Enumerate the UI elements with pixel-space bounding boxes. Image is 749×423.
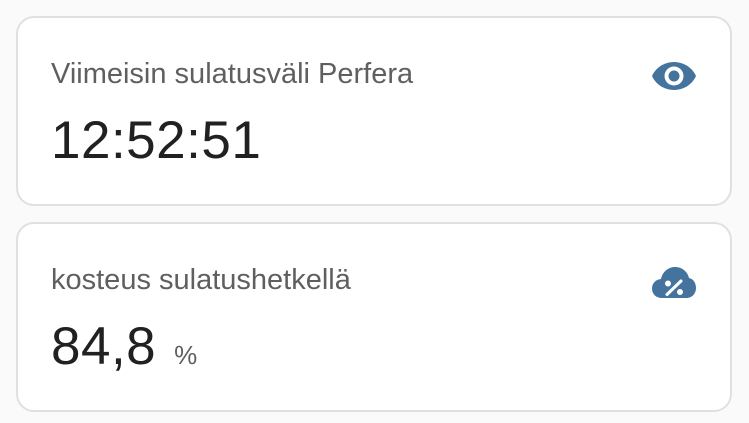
cloud-percent-icon: [650, 262, 698, 302]
state-row: 84,8 %: [51, 316, 197, 377]
state-unit: %: [174, 340, 198, 370]
state-row: 12:52:51: [51, 110, 261, 171]
entity-card-defrost-interval[interactable]: Viimeisin sulatusväli Perfera 12:52:51: [16, 16, 732, 206]
entity-name: Viimeisin sulatusväli Perfera: [51, 58, 414, 90]
eye-icon: [650, 56, 698, 96]
entity-card-humidity-at-defrost[interactable]: kosteus sulatushetkellä 84,8 %: [16, 222, 732, 412]
entity-name: kosteus sulatushetkellä: [51, 264, 351, 296]
state-value: 12:52:51: [51, 111, 262, 170]
state-value: 84,8: [51, 317, 157, 376]
